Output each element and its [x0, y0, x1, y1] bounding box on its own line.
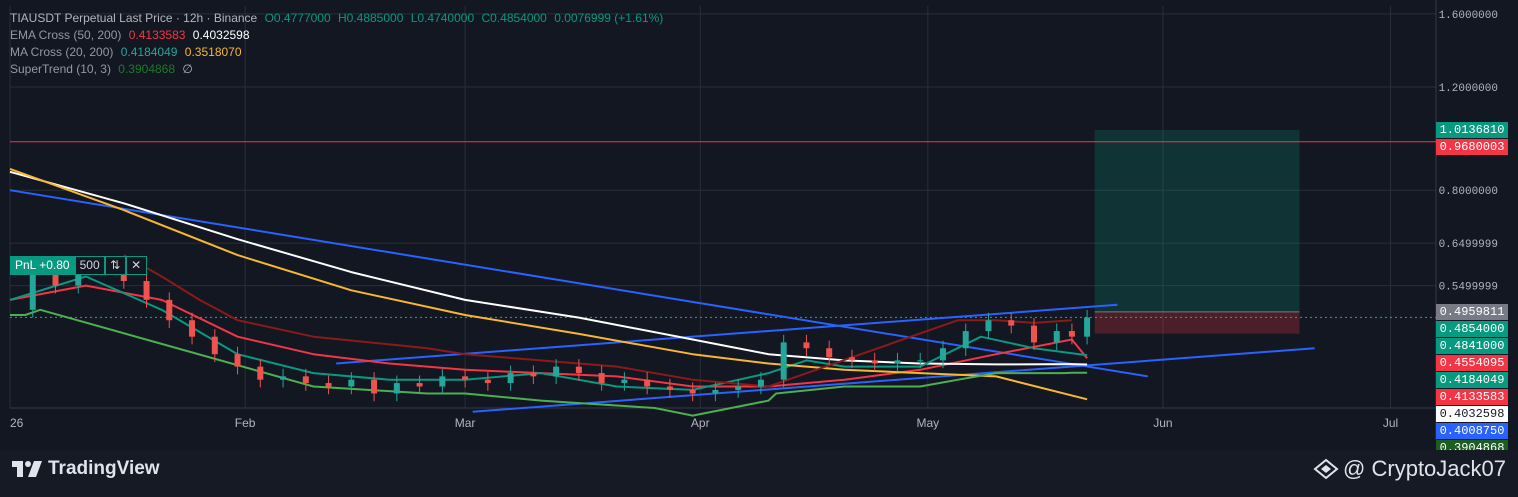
price-tag: 1.0136810: [1436, 121, 1508, 138]
candle-body: [484, 379, 491, 384]
candle-body: [939, 348, 946, 361]
ema-value-1: 0.4133583: [128, 28, 186, 42]
ma-value-1: 0.4184049: [120, 45, 178, 59]
candle-body: [621, 379, 628, 384]
ma-name: MA Cross (20, 200): [10, 45, 114, 59]
price-tag: 0.4032598: [1436, 405, 1508, 422]
y-tick-label: 1.6000000: [1439, 10, 1498, 22]
candle-body: [917, 360, 924, 362]
x-tick-label: Mar: [455, 416, 476, 430]
candle-body: [325, 383, 332, 387]
price-tag: 0.4554095: [1436, 354, 1508, 371]
price-tag: 0.4008750: [1436, 422, 1508, 439]
legend-ma-row[interactable]: MA Cross (20, 200) 0.4184049 0.3518070: [10, 44, 667, 61]
legend-ema-row[interactable]: EMA Cross (50, 200) 0.4133583 0.4032598: [10, 27, 667, 44]
ohlc-open: O0.4777000: [264, 11, 331, 25]
position-pnl-widget[interactable]: PnL +0.80 500 ⇅ ✕: [10, 256, 147, 275]
candle-body: [371, 379, 378, 394]
candle-body: [234, 354, 241, 367]
x-tick-label: Jul: [1383, 416, 1398, 430]
candle-body: [689, 389, 696, 394]
candle-body: [1030, 325, 1037, 343]
x-tick-label: May: [916, 416, 939, 430]
ohlc-change: 0.0076999 (+1.61%): [554, 11, 664, 25]
candle-body: [439, 376, 446, 387]
candle-body: [803, 342, 810, 349]
x-tick-label: Feb: [235, 416, 256, 430]
candle-body: [29, 272, 36, 310]
price-tag: 0.4854000: [1436, 320, 1508, 337]
chart-legend: TIAUSDT Perpetual Last Price · 12h · Bin…: [10, 10, 667, 78]
candle-body: [735, 386, 742, 390]
y-tick-label: 0.8000000: [1439, 186, 1498, 198]
candle-body: [575, 366, 582, 374]
pnl-value[interactable]: PnL +0.80: [10, 256, 75, 275]
candle-body: [348, 379, 355, 387]
candle-body: [1008, 320, 1015, 326]
y-tick-label: 0.5499999: [1439, 282, 1498, 294]
y-tick-label: 0.6499999: [1439, 239, 1498, 251]
chart-area[interactable]: 1.6000000 1.2000000 0.8000000 0.6499999 0.54…: [0, 0, 1518, 473]
candle-body: [871, 360, 878, 364]
author-credit: @ CryptoJack07: [1313, 456, 1506, 482]
y-tick-label: 1.2000000: [1439, 83, 1498, 95]
tradingview-logo-icon: [12, 461, 42, 477]
x-tick-label: Jun: [1153, 416, 1172, 430]
candle-body: [143, 281, 150, 300]
candle-body: [848, 357, 855, 361]
supertrend-value-2: ∅: [182, 62, 193, 76]
candle-body: [553, 366, 560, 377]
legend-supertrend-row[interactable]: SuperTrend (10, 3) 0.3904868 ∅: [10, 61, 667, 78]
price-tag: 0.9680003: [1436, 138, 1508, 155]
candle-body: [416, 383, 423, 387]
candle-body: [507, 373, 514, 384]
supertrend-name: SuperTrend (10, 3): [10, 62, 111, 76]
ma-value-2: 0.3518070: [184, 45, 242, 59]
candle-body: [780, 342, 787, 380]
ohlc-close: C0.4854000: [481, 11, 547, 25]
position-quantity[interactable]: 500: [74, 256, 105, 275]
candle-body: [962, 331, 969, 349]
candle-body: [257, 366, 264, 380]
candle-body: [189, 320, 196, 337]
candle-body: [393, 383, 400, 394]
supertrend-value-1: 0.3904868: [118, 62, 176, 76]
candle-body: [1068, 331, 1075, 337]
reverse-position-icon[interactable]: ⇅: [104, 256, 126, 275]
candle-body: [302, 376, 309, 384]
candle-body: [985, 320, 992, 332]
candle-body: [1084, 317, 1091, 337]
candle-body: [166, 299, 173, 321]
x-tick-label: Apr: [691, 416, 710, 430]
ema-value-2: 0.4032598: [192, 28, 250, 42]
legend-symbol-row: TIAUSDT Perpetual Last Price · 12h · Bin…: [10, 10, 667, 27]
candle-body: [757, 379, 764, 387]
candle-body: [530, 373, 537, 377]
footer-bar: TradingView @ CryptoJack07: [0, 450, 1518, 497]
diamond-logo-icon: [1313, 458, 1339, 480]
position-stop-zone: [1094, 311, 1300, 334]
tradingview-logo[interactable]: TradingView: [12, 458, 160, 480]
close-position-icon[interactable]: ✕: [125, 256, 147, 275]
candle-body: [1053, 331, 1060, 343]
price-tag: 0.4133583: [1436, 388, 1508, 405]
price-tag: 0.4184049: [1436, 371, 1508, 388]
candle-body: [462, 376, 469, 380]
ohlc-high: H0.4885000: [337, 11, 404, 25]
candle-body: [598, 373, 605, 384]
ohlc-low: L0.4740000: [410, 11, 475, 25]
symbol-title[interactable]: TIAUSDT Perpetual Last Price · 12h · Bin…: [10, 11, 257, 25]
candle-body: [712, 389, 719, 394]
candle-body: [826, 348, 833, 358]
ema-name: EMA Cross (50, 200): [10, 28, 122, 42]
candle-body: [211, 336, 218, 355]
candle-body: [644, 379, 651, 387]
candle-body: [894, 360, 901, 364]
candle-body: [280, 376, 287, 380]
x-tick-label: 26: [10, 416, 24, 430]
candle-body: [666, 386, 673, 390]
position-target-zone: [1094, 129, 1300, 312]
price-tag: 0.4959811: [1436, 303, 1508, 320]
price-tag: 0.4841000: [1436, 337, 1508, 354]
